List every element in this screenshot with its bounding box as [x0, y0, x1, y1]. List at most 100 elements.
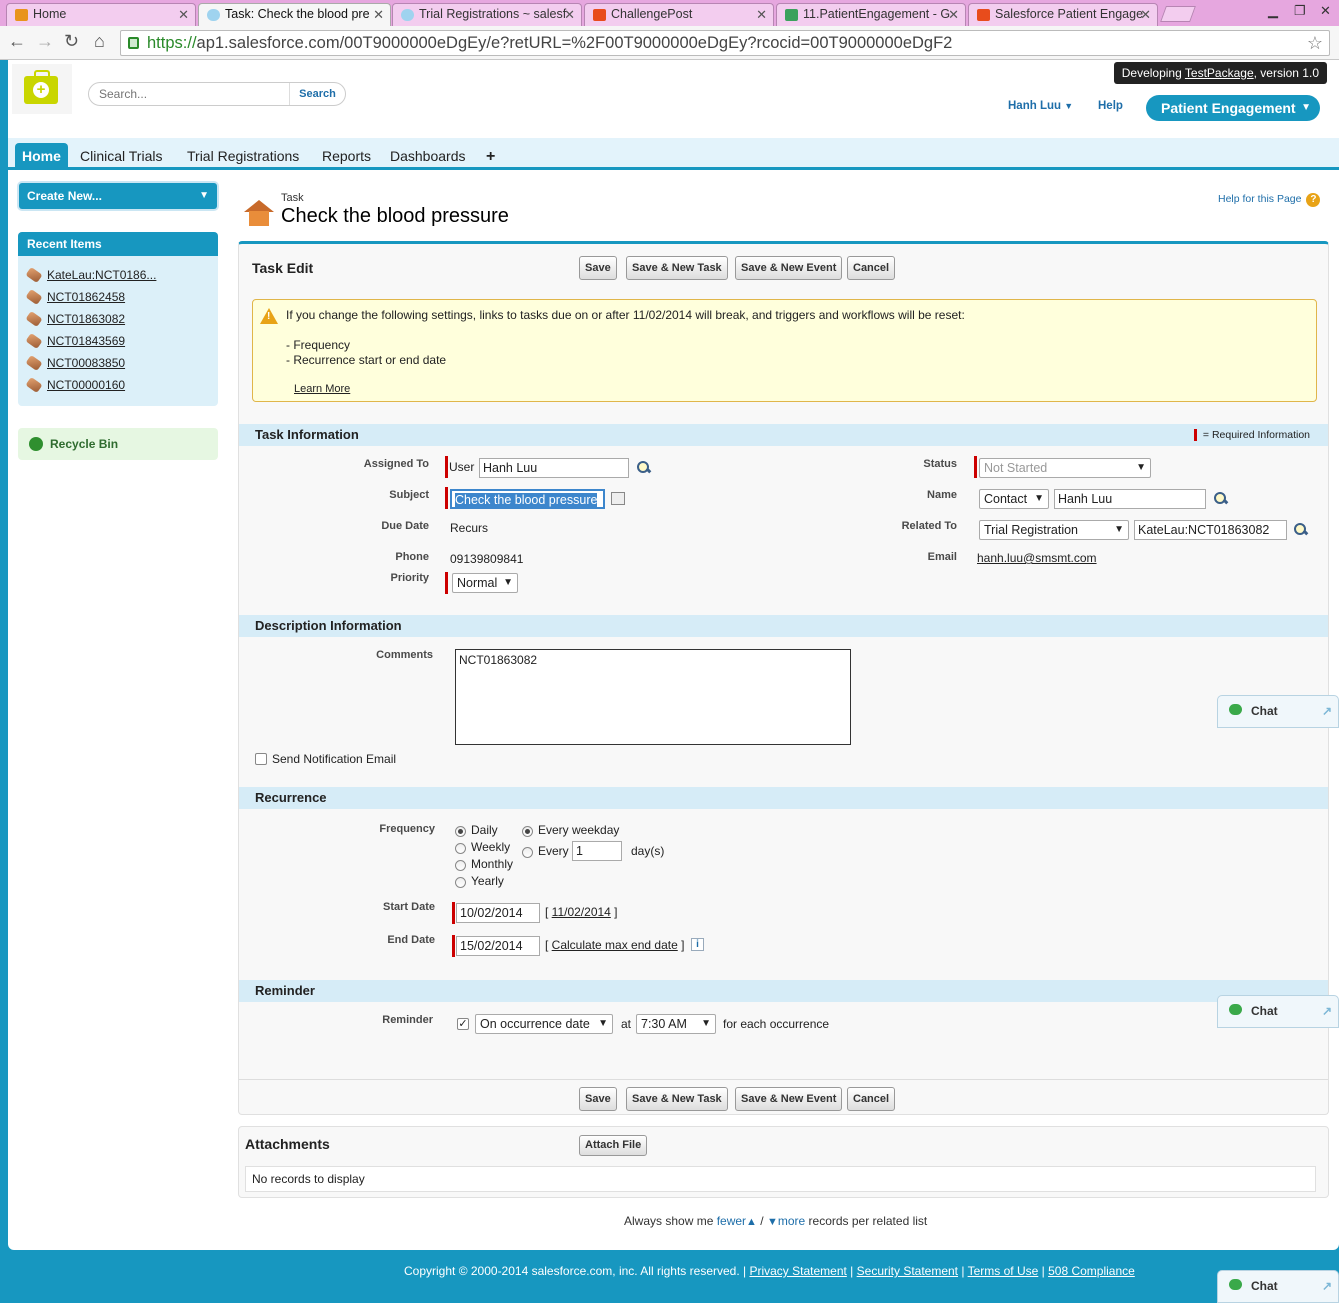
reminder-when-select[interactable]: On occurrence date ▼	[475, 1014, 613, 1034]
subject-input[interactable]: Check the blood pressure	[450, 489, 605, 509]
lookup-magnifier-icon[interactable]	[1294, 523, 1308, 536]
tab-home[interactable]: Home	[15, 143, 68, 170]
url-input[interactable]: https://ap1.salesforce.com/00T9000000eDg…	[120, 30, 1330, 56]
assigned-to-input[interactable]: Hanh Luu	[479, 458, 629, 478]
help-link[interactable]: Help	[1098, 100, 1123, 112]
browser-tab-salesforce-patient-engagement[interactable]: Salesforce Patient Engage ✕	[968, 3, 1158, 26]
attach-file-button[interactable]: Attach File	[579, 1135, 648, 1156]
learn-more-link[interactable]: Learn More	[294, 383, 350, 395]
restore-icon[interactable]: ❐	[1294, 3, 1306, 19]
no-records-message: No records to display	[245, 1166, 1316, 1192]
comments-textarea[interactable]: NCT01863082	[455, 649, 851, 745]
related-to-type-select[interactable]: Trial Registration ▼	[979, 520, 1129, 540]
tab-dashboards[interactable]: Dashboards	[390, 143, 466, 170]
combo-picker-icon[interactable]	[611, 492, 625, 505]
name-type-select[interactable]: Contact ▼	[979, 489, 1049, 509]
recent-item[interactable]: NCT00000160	[25, 376, 125, 394]
new-tab-button[interactable]	[1160, 6, 1196, 22]
cancel-button[interactable]: Cancel	[847, 256, 896, 280]
related-to-input[interactable]: KateLau:NCT01863082	[1134, 520, 1287, 540]
search-button[interactable]: Search	[289, 83, 345, 105]
create-new-button[interactable]: Create New... ▼	[19, 183, 217, 209]
close-window-icon[interactable]: ✕	[1320, 3, 1331, 19]
name-input[interactable]: Hanh Luu	[1054, 489, 1206, 509]
recent-item[interactable]: NCT01862458	[25, 288, 125, 306]
security-statement-link[interactable]: Security Statement	[857, 1264, 958, 1278]
app-logo[interactable]: +	[12, 64, 72, 114]
terms-of-use-link[interactable]: Terms of Use	[968, 1264, 1039, 1278]
show-more-link[interactable]: more	[778, 1214, 805, 1228]
back-arrow-icon[interactable]: ←	[8, 31, 26, 52]
arrow-down-icon[interactable]: ▼	[767, 1216, 778, 1228]
popout-arrow-icon[interactable]: ↗	[1322, 1271, 1332, 1302]
every-n-days-input[interactable]: 1	[572, 841, 622, 861]
tab-trial-registrations[interactable]: Trial Registrations	[187, 143, 299, 170]
reload-icon[interactable]: ↻	[64, 31, 79, 52]
save-new-task-button[interactable]: Save & New Task	[626, 1087, 728, 1111]
chat-widget[interactable]: Chat ↗	[1217, 695, 1339, 728]
chat-widget[interactable]: Chat ↗	[1217, 995, 1339, 1028]
browser-tab-task[interactable]: Task: Check the blood pre ✕	[198, 3, 391, 27]
recent-item[interactable]: KateLau:NCT0186...	[25, 266, 156, 284]
lookup-magnifier-icon[interactable]	[1214, 492, 1228, 505]
browser-tab-patient-engagement-doc[interactable]: 11.PatientEngagement - G ✕	[776, 3, 966, 26]
user-menu[interactable]: Hanh Luu ▼	[1008, 100, 1073, 112]
save-new-event-button[interactable]: Save & New Event	[735, 1087, 843, 1111]
show-fewer-link[interactable]: fewer	[717, 1214, 746, 1228]
frequency-yearly-radio[interactable]	[455, 877, 466, 888]
end-date-input[interactable]: 15/02/2014	[456, 936, 540, 956]
browser-tab-trial-registrations[interactable]: Trial Registrations ~ salesf ✕	[392, 3, 582, 26]
save-button[interactable]: Save	[579, 256, 617, 280]
start-date-input[interactable]: 10/02/2014	[456, 903, 540, 923]
recent-item[interactable]: NCT00083850	[25, 354, 125, 372]
calculate-max-end-date-link[interactable]: Calculate max end date	[552, 938, 678, 952]
privacy-statement-link[interactable]: Privacy Statement	[749, 1264, 846, 1278]
cancel-button[interactable]: Cancel	[847, 1087, 896, 1111]
frequency-monthly-radio[interactable]	[455, 860, 466, 871]
home-icon[interactable]: ⌂	[94, 31, 105, 52]
arrow-up-icon[interactable]: ▲	[746, 1216, 757, 1228]
required-marker	[445, 572, 448, 594]
search-input[interactable]	[97, 86, 287, 102]
compliance-508-link[interactable]: 508 Compliance	[1048, 1264, 1135, 1278]
chat-widget[interactable]: Chat ↗	[1217, 1270, 1339, 1303]
recent-item[interactable]: NCT01863082	[25, 310, 125, 328]
every-n-days-radio[interactable]	[522, 847, 533, 858]
recycle-bin-link[interactable]: Recycle Bin	[18, 428, 218, 460]
minimize-icon[interactable]: ▁	[1268, 3, 1278, 19]
help-for-page-link[interactable]: Help for this Page?	[1218, 193, 1321, 207]
save-button[interactable]: Save	[579, 1087, 617, 1111]
frequency-daily-radio[interactable]	[455, 826, 466, 837]
close-tab-icon[interactable]: ✕	[756, 7, 767, 23]
forward-arrow-icon[interactable]: →	[36, 31, 54, 52]
save-new-task-button[interactable]: Save & New Task	[626, 256, 728, 280]
package-link[interactable]: TestPackage	[1185, 66, 1254, 80]
every-weekday-radio[interactable]	[522, 826, 533, 837]
browser-tab-home[interactable]: Home ✕	[6, 3, 196, 26]
lookup-magnifier-icon[interactable]	[637, 461, 651, 474]
close-tab-icon[interactable]: ✕	[178, 7, 189, 23]
priority-select[interactable]: Normal ▼	[452, 573, 518, 593]
recent-item[interactable]: NCT01843569	[25, 332, 125, 350]
close-tab-icon[interactable]: ✕	[373, 7, 384, 23]
start-date-today-link[interactable]: 11/02/2014	[552, 905, 611, 919]
save-new-event-button[interactable]: Save & New Event	[735, 256, 843, 280]
email-link[interactable]: hanh.luu@smsmt.com	[977, 551, 1097, 565]
popout-arrow-icon[interactable]: ↗	[1322, 996, 1332, 1027]
close-tab-icon[interactable]: ✕	[948, 7, 959, 23]
popout-arrow-icon[interactable]: ↗	[1322, 696, 1332, 727]
tab-clinical-trials[interactable]: Clinical Trials	[80, 143, 162, 170]
close-tab-icon[interactable]: ✕	[564, 7, 575, 23]
send-notification-checkbox[interactable]	[255, 753, 267, 765]
tab-reports[interactable]: Reports	[322, 143, 371, 170]
frequency-weekly-radio[interactable]	[455, 843, 466, 854]
app-switcher[interactable]: Patient Engagement ▼	[1146, 95, 1320, 121]
bookmark-star-icon[interactable]: ☆	[1307, 31, 1323, 55]
close-tab-icon[interactable]: ✕	[1140, 7, 1151, 23]
add-tab-button[interactable]: +	[486, 143, 495, 170]
browser-tab-challengepost[interactable]: ChallengePost ✕	[584, 3, 774, 26]
info-icon[interactable]: i	[691, 938, 704, 951]
status-select[interactable]: Not Started ▼	[979, 458, 1151, 478]
reminder-checkbox[interactable]: ✓	[457, 1018, 469, 1030]
reminder-time-select[interactable]: 7:30 AM ▼	[636, 1014, 716, 1034]
